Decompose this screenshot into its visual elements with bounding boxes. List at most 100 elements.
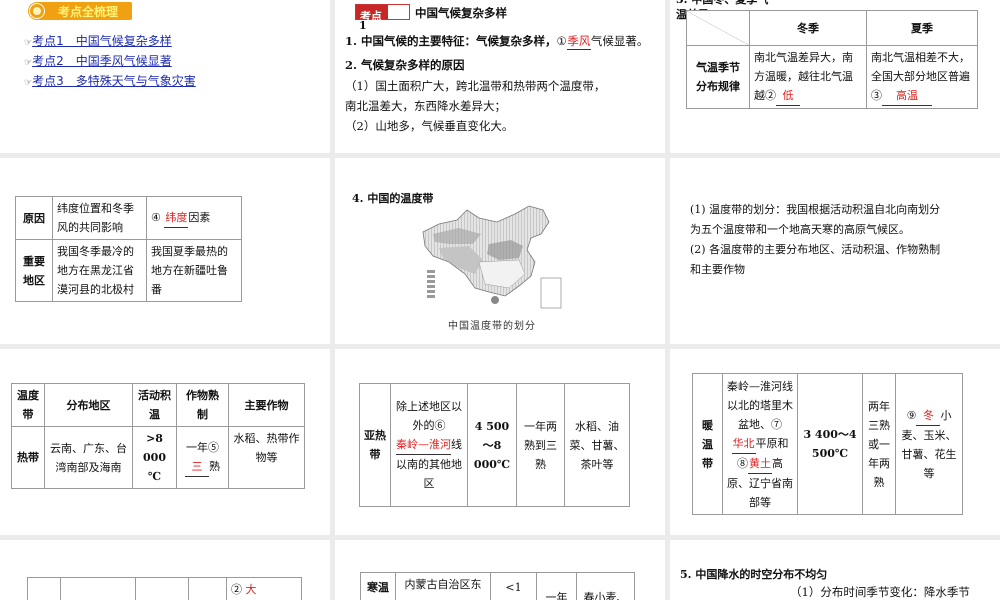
text: 秦岭—淮河线以北的塔里木盆地、⑦	[727, 379, 793, 431]
text: 1	[359, 19, 367, 32]
text[interactable]: 考点2 中国季风气候显著	[32, 54, 172, 68]
text: 5. 中国降水的时空分布不均匀	[680, 568, 828, 581]
table-cell: 夏季	[866, 10, 978, 46]
table-cell: 南北气温相差不大，全国大部分地区普遍③ 高温	[866, 45, 978, 109]
text: （1）国土面积广大，跨北温带和热带两个温度带，	[345, 79, 606, 93]
text	[427, 285, 435, 288]
table-cell	[686, 10, 750, 46]
toc-link-1[interactable]: ☞考点1 中国气候复杂多样	[24, 30, 172, 49]
text	[427, 270, 435, 273]
text: 暖温带 秦岭—淮河线以北的塔里木盆地、⑦华北平原和⑧黄土高原、辽宁省南部等 3 40…	[692, 373, 963, 515]
table-cell: >8 000 ℃	[132, 426, 177, 489]
text: 2. 气候复杂多样的原因	[345, 58, 465, 72]
text: 黄土	[748, 454, 772, 474]
table-row: 气温季节分布规律 南北气温差异大，南方温暖，越往北气温越② 低南北气温相差不大，全国…	[686, 45, 978, 109]
table-cell: 水稻、油菜、甘薯、茶叶等	[564, 383, 630, 507]
text: (2) 各温度带的主要分布地区、活动积温、作物熟制和主要作物	[690, 243, 941, 276]
text: （2）山地多，气候垂直变化大。	[345, 119, 514, 133]
section-badge: 考点全梳理	[28, 2, 132, 20]
text: 寒温带内蒙古自治区东<1 600一年春小麦、	[360, 572, 635, 600]
table-cell: 活动积温	[132, 383, 177, 427]
text: 华北	[731, 434, 756, 454]
pointer-icon: ☞	[24, 38, 33, 48]
table-cell: 亚热带	[359, 383, 391, 507]
text[interactable]: 考点1 中国气候复杂多样	[32, 34, 172, 48]
table-cell: 暖温带	[692, 373, 723, 515]
table-cell	[135, 577, 189, 600]
text: （1）分布时间季节变化：降水季节	[790, 585, 970, 599]
table-cell	[27, 577, 61, 600]
table-cell	[188, 577, 227, 600]
partial-table: ② 大	[27, 577, 302, 600]
text: 除上述地区以外的⑥	[396, 400, 462, 432]
text: ①	[556, 34, 567, 48]
text: 大	[245, 583, 257, 596]
slide-thumbnail-6[interactable]: (1) 温度带的划分：我国根据活动积温自北向南划分为五个温度带和一个地高天寒的高…	[670, 158, 1000, 344]
map-legend	[427, 270, 435, 298]
text[interactable]: 考点3 多特殊天气与气象灾害	[32, 74, 196, 88]
text: 秦岭—淮河	[396, 435, 451, 455]
text: ② 大	[27, 577, 302, 600]
table-cell: ② 大	[226, 577, 302, 600]
text: 低	[776, 86, 800, 106]
pointer-icon: ☞	[24, 58, 33, 68]
table-cell: 两年三熟或一年两熟	[862, 373, 896, 515]
text: ②	[231, 583, 242, 596]
text: 考点全梳理	[58, 5, 119, 19]
text: 因素	[188, 211, 211, 224]
circle-icon	[30, 4, 44, 18]
slide-thumbnail-3[interactable]: 3. 中国冬、夏季气温差异 冬季夏季 气温季节分布规律南北气温差异大，南方温暖，…	[670, 0, 1000, 153]
text: 冬	[916, 406, 941, 426]
table-cell: 春小麦、	[576, 572, 635, 600]
table-cell: 我国夏季最热的地方在新疆吐鲁番	[146, 239, 242, 302]
toc-link-2[interactable]: ☞考点2 中国季风气候显著	[24, 50, 172, 69]
slide-thumbnail-7[interactable]: 温度带 分布地区 活动积温 作物熟制 主要作物 热带 云南、广东、台湾南部及海南 >8 00…	[0, 349, 330, 535]
text: 季风	[566, 34, 591, 50]
table-cell: 内蒙古自治区东	[395, 572, 491, 600]
text	[491, 296, 499, 304]
table-cell: 一年两熟到三熟	[516, 383, 565, 507]
text: 1. 中国气候的主要特征：气候复杂多样，	[345, 34, 557, 48]
table-cell: 我国冬季最冷的地方在黑龙江省漠河县的北极村	[52, 239, 147, 302]
table-cell: 一年⑤ 三熟	[176, 426, 229, 489]
table-cell: 主要作物	[228, 383, 305, 427]
slide-thumbnail-10[interactable]: ② 大	[0, 540, 330, 600]
table-cell: 云南、广东、台湾南部及海南	[44, 426, 133, 489]
text: ⑨	[906, 408, 917, 422]
table-row: 原因 纬度位置和冬季风的共同影响 ④ 纬度因素	[15, 196, 242, 240]
slide-thumbnail-1[interactable]: 考点全梳理 ☞考点1 中国气候复杂多样 ☞考点2 中国季风气候显著 ☞考点3 多…	[0, 0, 330, 153]
text: 中国温度带的划分	[448, 321, 536, 332]
toc-link-3[interactable]: ☞考点3 多特殊天气与气象灾害	[24, 70, 196, 89]
slide-thumbnail-4[interactable]: 原因 纬度位置和冬季风的共同影响 ④ 纬度因素 重要地区 我国冬季最冷的地方在黑龙江省…	[0, 158, 330, 344]
slide-thumbnail-12[interactable]: 5. 中国降水的时空分布不均匀 （1）分布时间季节变化：降水季节	[670, 540, 1000, 600]
text: 亚热带 除上述地区以外的⑥秦岭—淮河线以南的其他地区 4 500～8 000℃ 一年两…	[359, 383, 630, 507]
table-cell: 作物熟制	[176, 383, 229, 427]
table-cell: 热带	[11, 426, 45, 489]
text	[540, 277, 562, 309]
table-cell	[60, 577, 136, 600]
slide-thumbnail-11[interactable]: 寒温带内蒙古自治区东<1 600一年春小麦、	[335, 540, 665, 600]
slide-thumbnail-8[interactable]: 亚热带 除上述地区以外的⑥秦岭—淮河线以南的其他地区 4 500～8 000℃ 一年两…	[335, 349, 665, 535]
text: 三	[185, 457, 209, 477]
table-row: 亚热带 除上述地区以外的⑥秦岭—淮河线以南的其他地区 4 500～8 000℃ 一年两…	[359, 383, 630, 507]
table-cell: 纬度位置和冬季风的共同影响	[52, 196, 147, 240]
slide-thumbnail-5[interactable]: 4. 中国的温度带 中国温度带的划分	[335, 158, 665, 344]
text: 熟	[209, 460, 220, 473]
table-cell: 原因	[15, 196, 53, 240]
table-cell: 冬季	[749, 10, 867, 46]
slide-thumbnail-2[interactable]: 考点 1 中国气候复杂多样 1. 中国气候的主要特征：气候复杂多样，①季风气候显…	[335, 0, 665, 153]
table-cell: 4 500～8 000℃	[467, 383, 517, 507]
feature-line: 1. 中国气候的主要特征：气候复杂多样，①季风气候显著。	[345, 33, 648, 50]
text: 纬度	[164, 208, 189, 228]
text: (1) 温度带的划分：我国根据活动积温自北向南划分为五个温度带和一个地高天寒的高…	[690, 203, 941, 236]
text: ④	[151, 211, 161, 224]
text: 温度带 分布地区 活动积温 作物熟制 主要作物 热带 云南、广东、台湾南部及海南 >8 00…	[11, 383, 305, 489]
table-row: 寒温带内蒙古自治区东<1 600一年春小麦、	[360, 572, 635, 600]
table-cell: 重要地区	[15, 239, 53, 302]
text: 一年⑤	[186, 441, 219, 454]
china-temperature-zone-map	[422, 205, 562, 309]
cold-temperate-table: 寒温带内蒙古自治区东<1 600一年春小麦、	[360, 572, 635, 600]
slide-thumbnail-9[interactable]: 暖温带 秦岭—淮河线以北的塔里木盆地、⑦华北平原和⑧黄土高原、辽宁省南部等 3 40…	[670, 349, 1000, 535]
cause-table: 原因 纬度位置和冬季风的共同影响 ④ 纬度因素 重要地区 我国冬季最冷的地方在黑龙江省…	[15, 196, 242, 302]
table-row: 冬季 夏季	[686, 10, 978, 46]
